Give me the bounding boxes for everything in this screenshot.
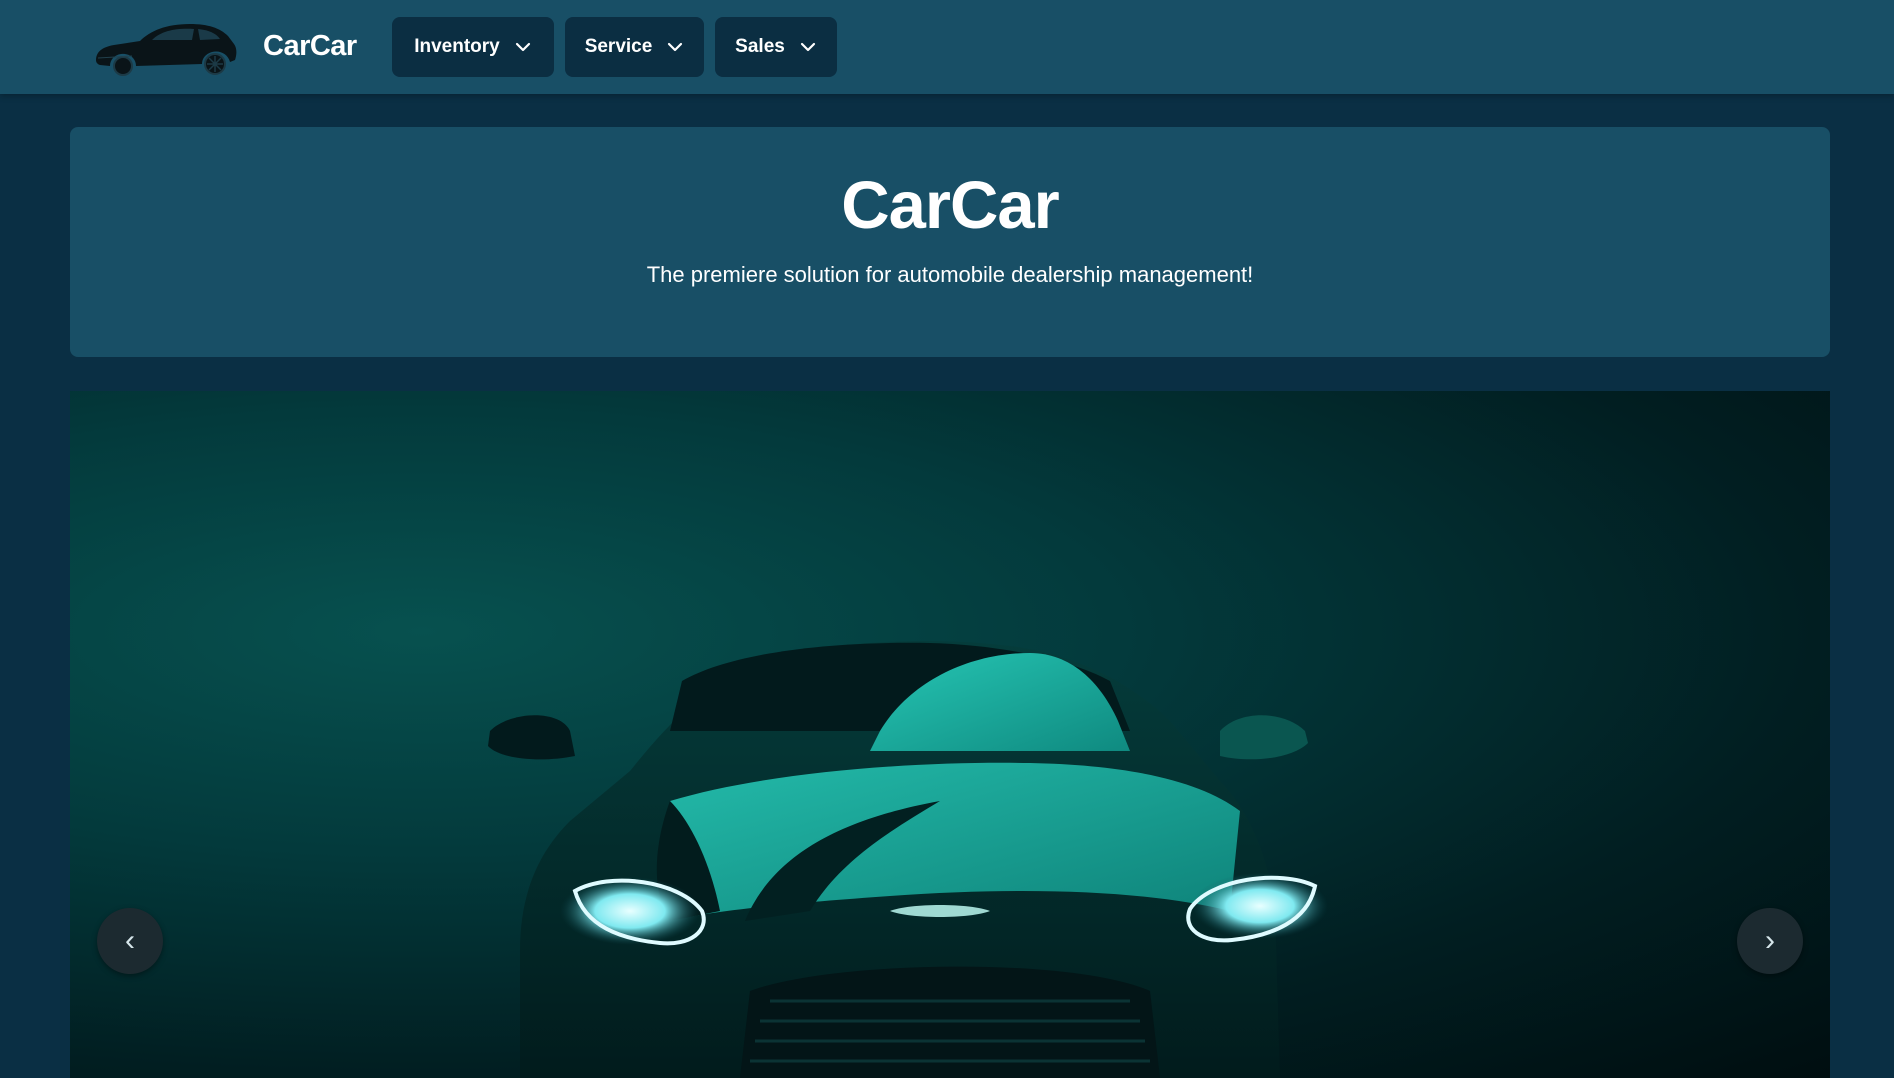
sports-car-front-image	[488, 641, 1328, 1078]
hero-subtitle: The premiere solution for automobile dea…	[646, 262, 1254, 287]
inventory-menu-button[interactable]: Inventory	[392, 17, 554, 77]
hero-title: CarCar	[841, 168, 1059, 243]
hero-banner: CarCar The premiere solution for automob…	[70, 127, 1830, 357]
carousel-prev-button[interactable]: ‹	[97, 908, 163, 974]
car-carousel: ‹ ›	[70, 391, 1830, 1078]
top-navbar: CarCar Inventory Service Sales	[0, 0, 1894, 94]
inventory-menu-label: Inventory	[414, 36, 500, 57]
car-silhouette-icon[interactable]	[92, 16, 238, 78]
chevron-down-icon	[515, 42, 530, 52]
service-menu-label: Service	[584, 36, 653, 57]
sales-menu-label: Sales	[735, 36, 785, 57]
sales-menu-button[interactable]: Sales	[715, 17, 837, 77]
chevron-down-icon	[668, 42, 683, 52]
carousel-next-button[interactable]: ›	[1737, 908, 1803, 974]
service-menu-button[interactable]: Service	[565, 17, 704, 77]
chevron-down-icon	[800, 42, 815, 52]
brand-name[interactable]: CarCar	[263, 30, 357, 63]
